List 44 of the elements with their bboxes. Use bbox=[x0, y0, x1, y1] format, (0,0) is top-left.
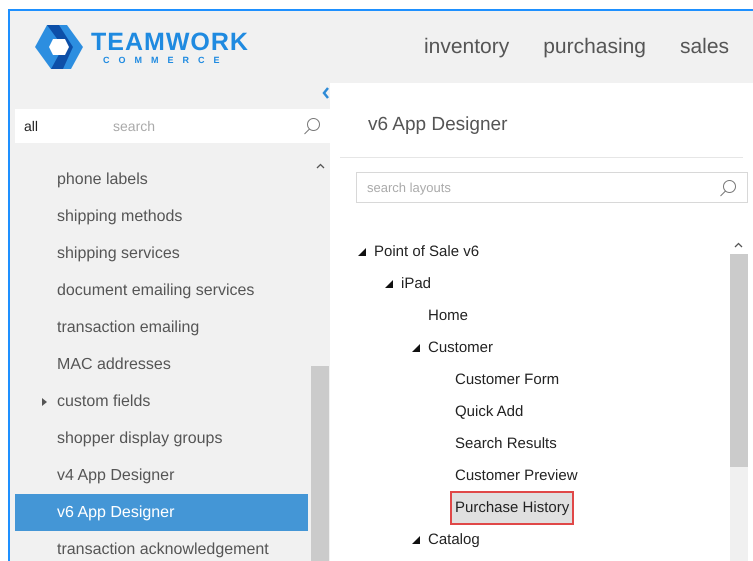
nav-link[interactable]: inventory bbox=[424, 31, 510, 63]
sidebar-item[interactable]: MAC addresses bbox=[15, 346, 308, 383]
sidebar-item[interactable]: custom fields bbox=[15, 383, 308, 420]
collapse-triangle-icon[interactable] bbox=[412, 536, 420, 544]
sidebar-item[interactable]: document emailing services bbox=[15, 272, 308, 309]
search-icon[interactable] bbox=[303, 117, 321, 135]
tree-item[interactable]: iPad bbox=[401, 272, 432, 296]
tree-item[interactable]: Customer Form bbox=[455, 368, 560, 392]
filter-value[interactable]: all bbox=[24, 116, 113, 136]
collapse-triangle-icon[interactable] bbox=[385, 280, 393, 288]
sidebar-item[interactable]: phone labels bbox=[15, 161, 308, 198]
tree-item[interactable]: Customer Preview bbox=[455, 464, 578, 488]
collapse-chevron-icon[interactable] bbox=[322, 87, 330, 99]
sidebar-item[interactable]: shopper display groups bbox=[15, 420, 308, 457]
nav-link[interactable]: sales bbox=[680, 31, 729, 63]
sidebar-item[interactable]: transaction emailing bbox=[15, 309, 308, 346]
layout-search-field[interactable]: search layouts bbox=[356, 172, 748, 203]
scrollbar[interactable] bbox=[310, 161, 330, 561]
logo-tagline: COMMERCE bbox=[103, 56, 230, 64]
scrollbar-thumb[interactable] bbox=[730, 254, 748, 467]
tree-item[interactable]: Search Results bbox=[455, 432, 557, 456]
tree-item[interactable]: Catalog bbox=[428, 528, 480, 552]
collapse-triangle-icon[interactable] bbox=[412, 344, 420, 352]
sidebar-item[interactable]: v4 App Designer bbox=[15, 457, 308, 494]
scroll-up-icon[interactable] bbox=[316, 163, 325, 169]
sidebar-item[interactable]: shipping methods bbox=[15, 198, 308, 235]
tree-item[interactable]: Point of Sale v6 bbox=[374, 240, 480, 264]
tree-item[interactable]: Customer bbox=[428, 336, 494, 360]
search-icon[interactable] bbox=[719, 178, 737, 196]
nav-link[interactable]: purchasing bbox=[543, 31, 646, 63]
tree-item[interactable]: Purchase History bbox=[450, 490, 574, 526]
tree-item[interactable]: Home bbox=[428, 304, 468, 328]
sidebar-item[interactable]: shipping services bbox=[15, 235, 308, 272]
collapse-triangle-icon[interactable] bbox=[358, 248, 366, 256]
page-title: v6 App Designer bbox=[368, 112, 508, 137]
sidebar-search-field[interactable]: all search bbox=[15, 109, 330, 143]
sidebar-item[interactable]: transaction acknowledgement bbox=[15, 531, 308, 561]
scrollbar-thumb[interactable] bbox=[311, 366, 330, 561]
tree-item[interactable]: Quick Add bbox=[455, 400, 524, 424]
search-input[interactable]: search layouts bbox=[367, 178, 719, 198]
expand-arrow-icon[interactable] bbox=[42, 398, 47, 406]
search-input[interactable]: search bbox=[113, 116, 303, 136]
logo-wordmark: TEAMWORK bbox=[91, 30, 249, 54]
scroll-up-icon[interactable] bbox=[734, 242, 743, 248]
